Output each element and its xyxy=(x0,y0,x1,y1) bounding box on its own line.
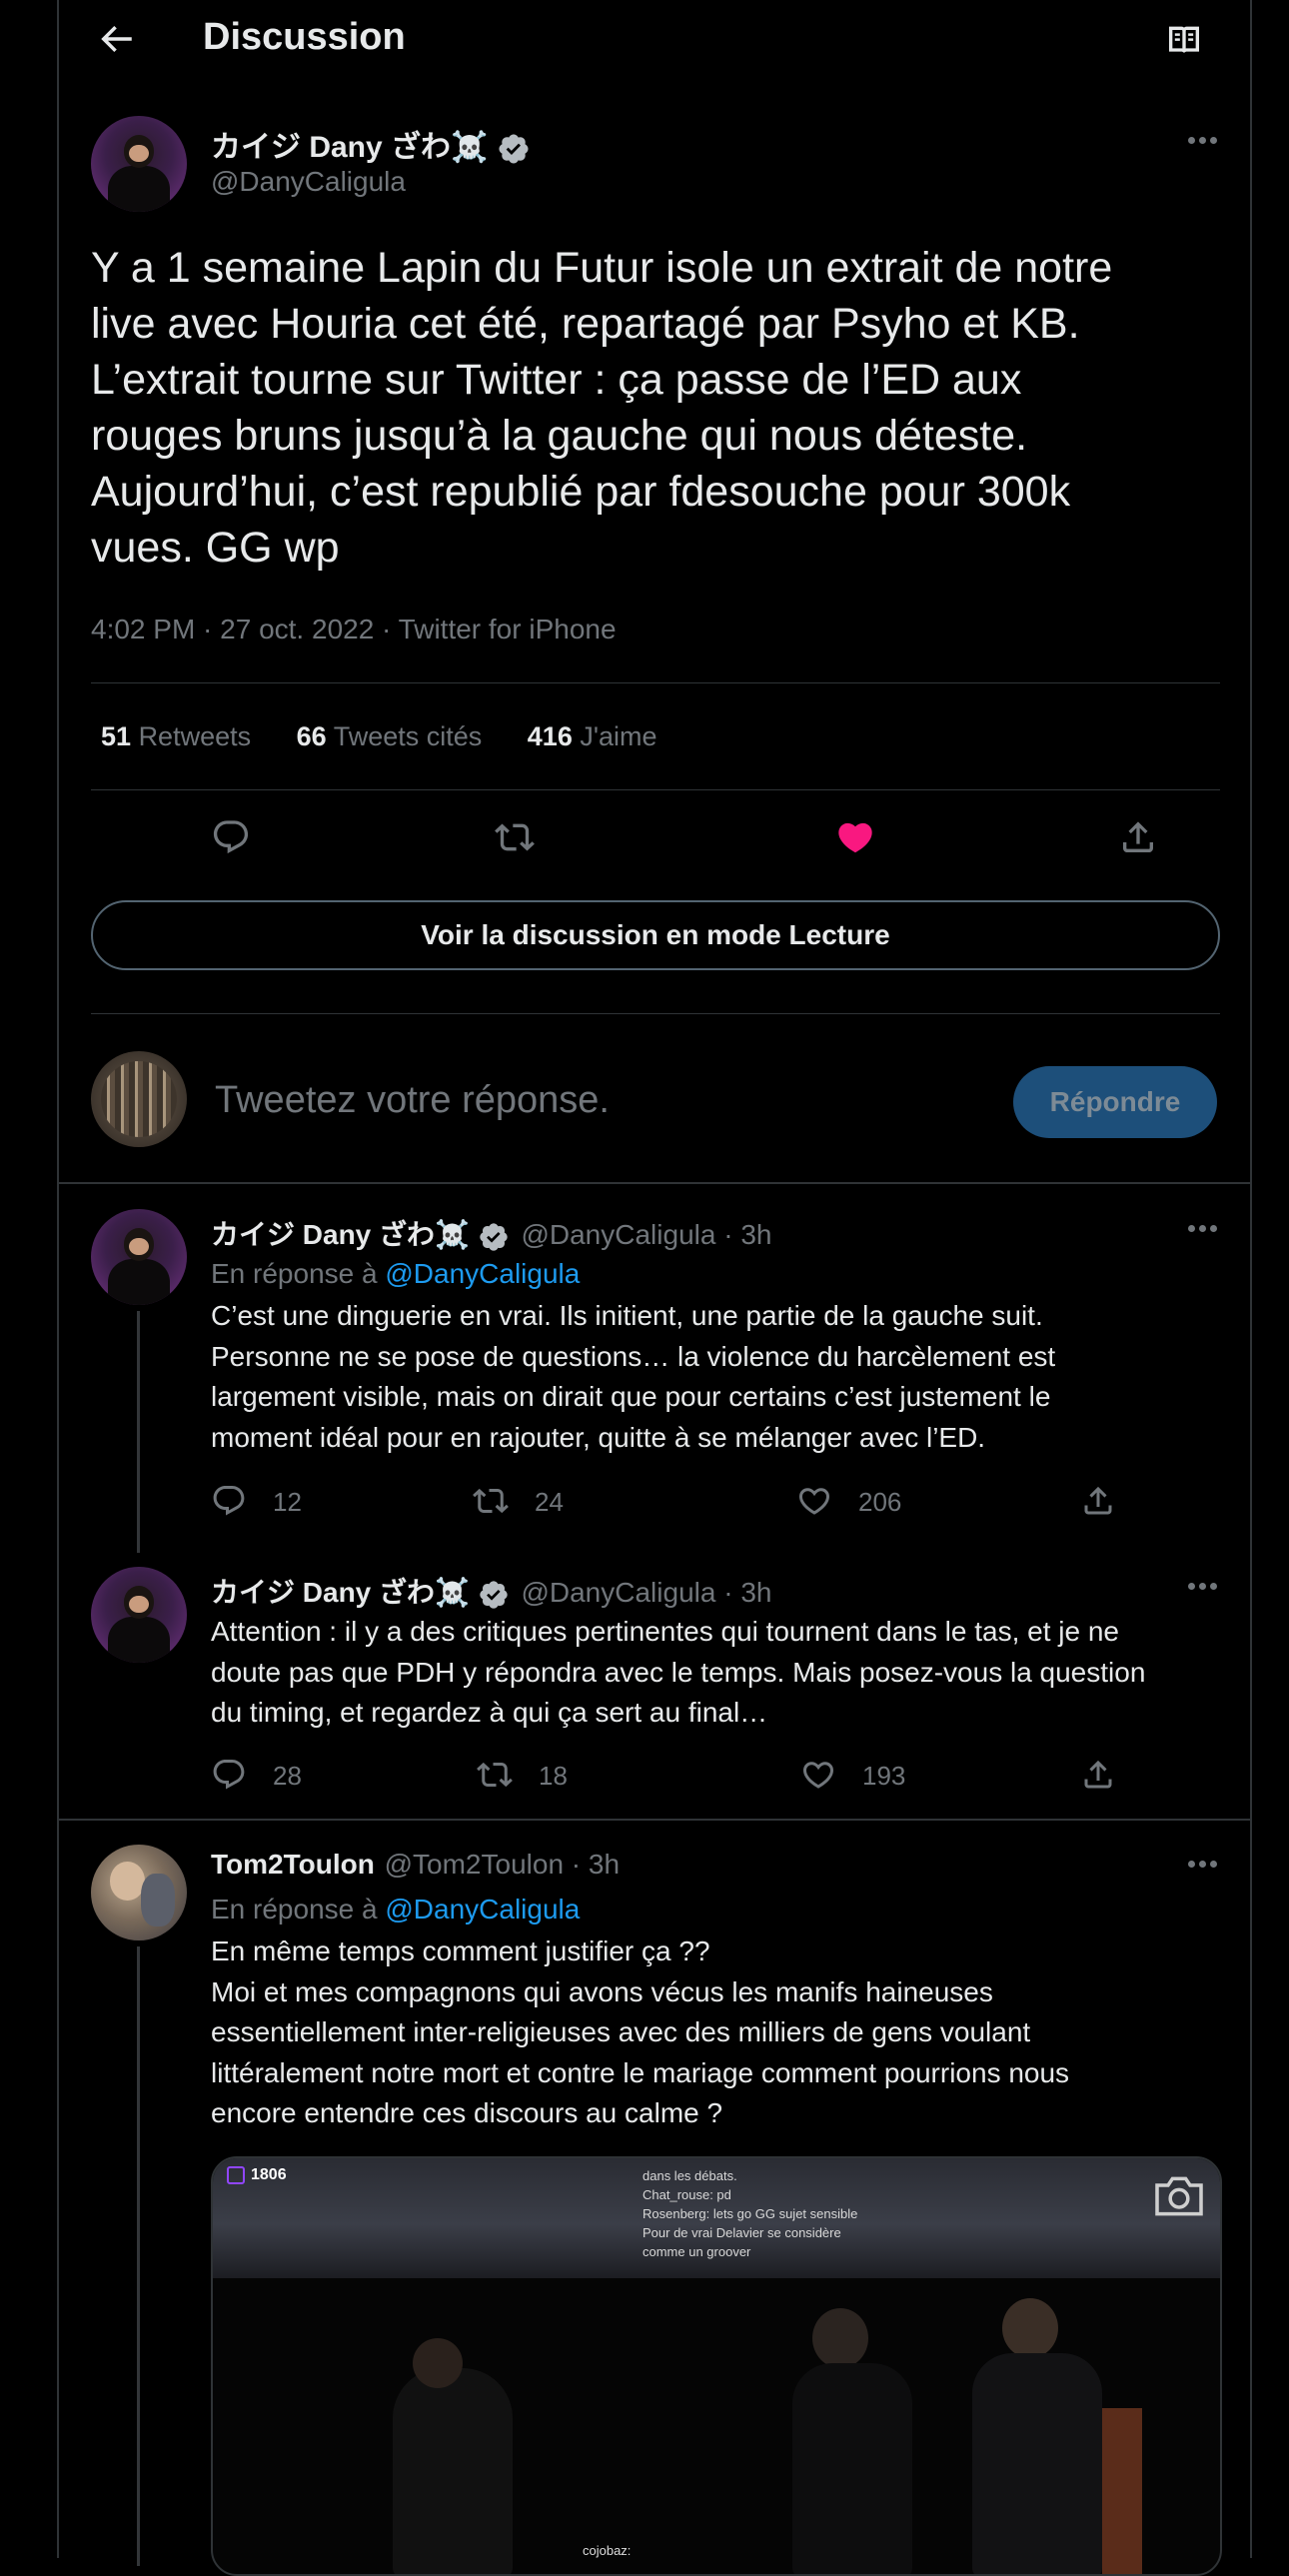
tweet-media-image[interactable]: 1806 dans les débats. Chat_rouse: pd Ros… xyxy=(211,2156,1222,2576)
retweets-stat[interactable]: 51 Retweets xyxy=(101,721,251,751)
like-icon[interactable] xyxy=(796,1483,832,1519)
divider xyxy=(91,682,1220,683)
more-options-icon[interactable] xyxy=(1188,137,1218,145)
quotes-stat[interactable]: 66 Tweets cités xyxy=(297,721,483,751)
retweet-count: 24 xyxy=(535,1487,564,1517)
author-handle[interactable]: @DanyCaligula · 3h xyxy=(521,1219,771,1250)
reader-mode-icon[interactable] xyxy=(1162,20,1206,60)
verified-badge-icon xyxy=(499,134,529,164)
retweet-icon[interactable] xyxy=(473,1483,509,1519)
retweet-count: 18 xyxy=(539,1761,568,1791)
thread-line xyxy=(137,1946,140,2566)
avatar[interactable] xyxy=(91,1845,187,1940)
camera-icon xyxy=(1155,2176,1203,2216)
reply-button[interactable]: Répondre xyxy=(1013,1066,1217,1138)
tweet-text: Attention : il y a des critiques pertine… xyxy=(211,1616,1146,1728)
like-count: 193 xyxy=(862,1761,906,1791)
tweet-timestamp[interactable]: 4:02 PM · 27 oct. 2022 · Twitter for iPh… xyxy=(91,614,617,645)
timeline-column: Discussion カイジ Dany ざわ☠️ @DanyCaligula Y… xyxy=(57,0,1252,2576)
divider xyxy=(59,1182,1250,1184)
stream-chat: dans les débats. Chat_rouse: pd Rosenber… xyxy=(643,2168,858,2259)
like-count: 206 xyxy=(858,1487,902,1517)
retweet-icon[interactable] xyxy=(477,1757,513,1793)
author-name[interactable]: カイジ Dany ざわ☠️ @DanyCaligula · 3h xyxy=(211,1571,771,1611)
stream-caption: cojobaz: xyxy=(583,2543,632,2558)
reply-count: 28 xyxy=(273,1761,302,1791)
more-options-icon[interactable] xyxy=(1188,1225,1218,1233)
divider xyxy=(91,1013,1220,1014)
tweet-text: En même temps comment justifier ça ?? Mo… xyxy=(211,1935,1070,2128)
divider xyxy=(91,789,1220,790)
mention-link[interactable]: @DanyCaligula xyxy=(385,1258,580,1289)
live-stream-icon xyxy=(227,2166,245,2184)
back-arrow-icon[interactable] xyxy=(95,18,137,60)
share-icon[interactable] xyxy=(1080,1483,1116,1519)
share-icon[interactable] xyxy=(1080,1757,1116,1793)
reply-context: En réponse à @DanyCaligula xyxy=(211,1894,581,1925)
author-handle[interactable]: @DanyCaligula · 3h xyxy=(521,1577,771,1608)
mention-link[interactable]: @DanyCaligula xyxy=(385,1894,580,1925)
page-title: Discussion xyxy=(203,16,406,58)
reply-icon[interactable] xyxy=(211,817,251,857)
reader-mode-button[interactable]: Voir la discussion en mode Lecture xyxy=(91,900,1220,970)
like-icon[interactable] xyxy=(835,817,875,857)
tweet-text: C’est une dinguerie en vrai. Ils initien… xyxy=(211,1300,1056,1453)
divider xyxy=(59,1819,1250,1821)
reply-icon[interactable] xyxy=(211,1757,247,1793)
tweet-text: Y a 1 semaine Lapin du Futur isole un ex… xyxy=(91,244,1113,572)
verified-badge-icon xyxy=(480,1580,508,1609)
header-bar: Discussion xyxy=(59,0,1250,80)
author-handle[interactable]: @DanyCaligula xyxy=(211,166,406,198)
reply-count: 12 xyxy=(273,1487,302,1517)
author-name[interactable]: Tom2Toulon @Tom2Toulon · 3h xyxy=(211,1849,620,1881)
author-name[interactable]: カイジ Dany ざわ☠️ xyxy=(211,122,531,166)
more-options-icon[interactable] xyxy=(1188,1861,1218,1869)
avatar[interactable] xyxy=(91,1209,187,1305)
verified-badge-icon xyxy=(480,1222,508,1251)
reply-icon[interactable] xyxy=(211,1483,247,1519)
avatar[interactable] xyxy=(91,116,187,212)
likes-stat[interactable]: 416 J'aime xyxy=(528,721,657,751)
retweet-icon[interactable] xyxy=(495,817,535,857)
author-name[interactable]: カイジ Dany ざわ☠️ @DanyCaligula · 3h xyxy=(211,1213,771,1253)
avatar[interactable] xyxy=(91,1567,187,1663)
more-options-icon[interactable] xyxy=(1188,1583,1218,1591)
author-handle[interactable]: @Tom2Toulon · 3h xyxy=(385,1849,620,1880)
reply-context: En réponse à @DanyCaligula xyxy=(211,1258,581,1289)
my-avatar[interactable] xyxy=(91,1051,187,1147)
share-icon[interactable] xyxy=(1118,817,1158,857)
viewer-count: 1806 xyxy=(227,2166,287,2184)
like-icon[interactable] xyxy=(800,1757,836,1793)
reply-input[interactable]: Tweetez votre réponse. xyxy=(215,1079,610,1122)
tweet-stats: 51 Retweets 66 Tweets cités 416 J'aime xyxy=(101,721,695,752)
thread-line xyxy=(137,1311,140,1553)
